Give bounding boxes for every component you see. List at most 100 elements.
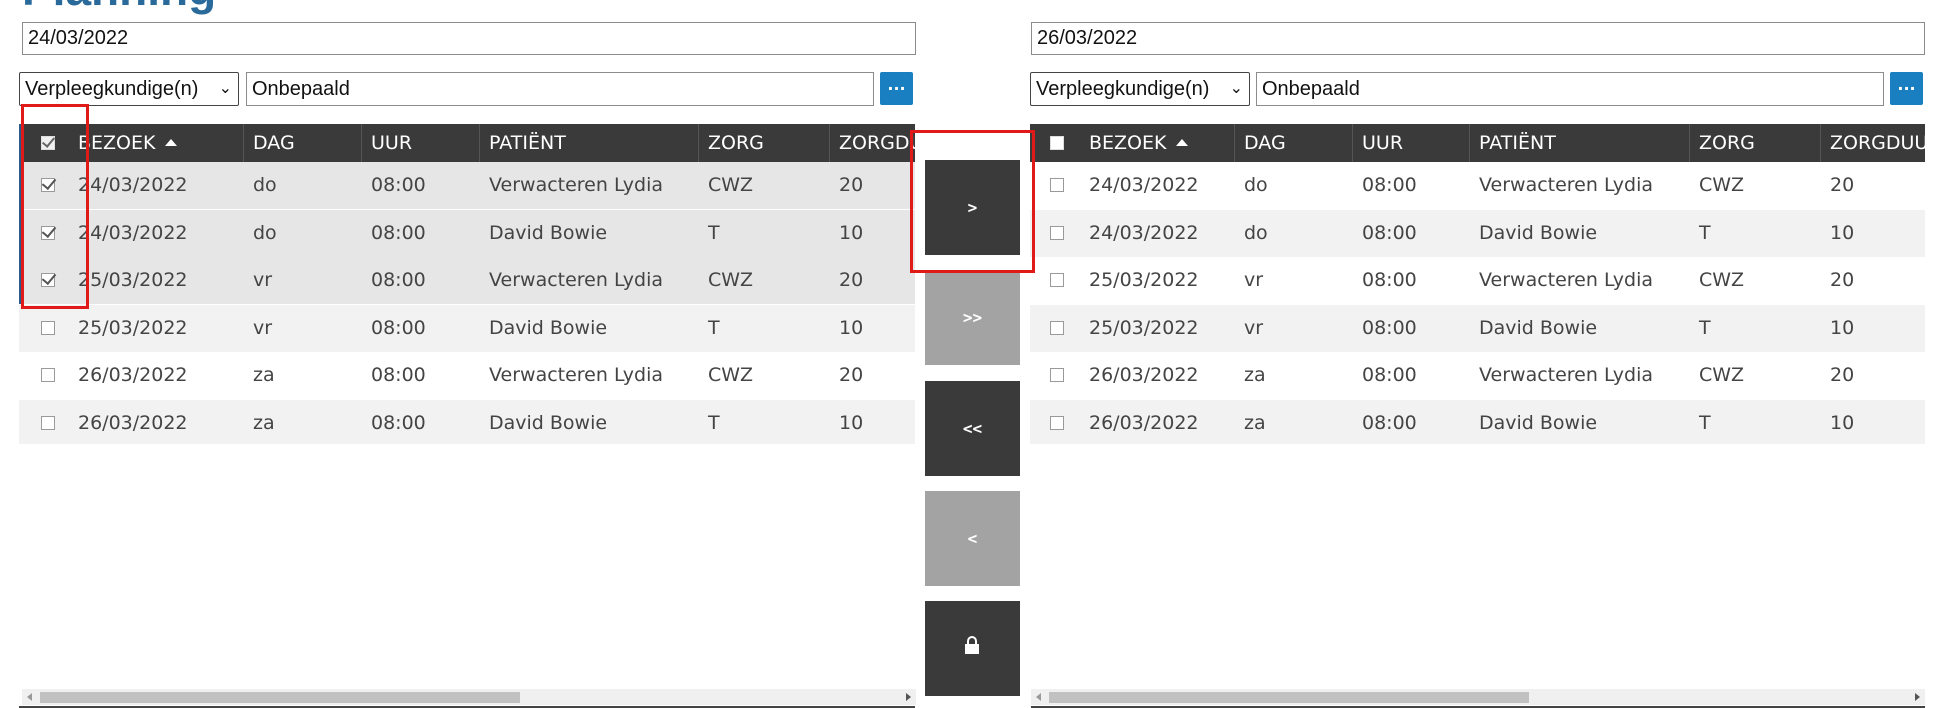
right-scrollbar-thumb[interactable]: [1049, 692, 1529, 703]
cell-bezoek: 26/03/2022: [78, 411, 188, 434]
row-checkbox[interactable]: [1050, 273, 1064, 287]
cell-uur: 08:00: [371, 221, 426, 244]
column-header-uur[interactable]: UUR: [362, 124, 480, 162]
left-more-button[interactable]: ...: [880, 72, 913, 105]
cell-dag: do: [253, 221, 277, 244]
lock-button[interactable]: [925, 601, 1020, 696]
cell-patient: David Bowie: [489, 411, 608, 434]
table-row[interactable]: 24/03/2022 do 08:00 Verwacteren Lydia CWZ 20: [1030, 162, 1925, 209]
row-checkbox[interactable]: [41, 320, 55, 335]
cell-zorgduur: 10: [839, 316, 864, 339]
cell-patient: Verwacteren Lydia: [1479, 269, 1654, 291]
chevron-down-icon: ⌄: [1229, 80, 1243, 97]
left-grid: BEZOEK DAG UUR PATIËNT ZORG ZORGDUUR 24/…: [19, 124, 915, 444]
cell-zorgduur: 20: [1830, 364, 1855, 386]
right-grid-header: BEZOEK DAG UUR PATIËNT ZORG ZORGDUUR: [1030, 124, 1925, 162]
cell-uur: 08:00: [371, 316, 426, 339]
cell-patient: Verwacteren Lydia: [489, 364, 664, 386]
row-checkbox[interactable]: [1050, 225, 1064, 240]
move-all-left-button[interactable]: <<: [925, 381, 1020, 476]
cell-zorgduur: 20: [1830, 269, 1855, 291]
column-header-patient[interactable]: PATIËNT: [1470, 124, 1690, 162]
left-scrollbar-thumb[interactable]: [40, 692, 520, 703]
cell-uur: 08:00: [371, 174, 426, 196]
cell-uur: 08:00: [1362, 221, 1417, 244]
cell-bezoek: 25/03/2022: [78, 316, 188, 339]
cell-zorgduur: 10: [1830, 221, 1855, 244]
column-header-zorg[interactable]: ZORG: [699, 124, 830, 162]
scroll-left-icon[interactable]: [27, 693, 32, 701]
scroll-right-icon[interactable]: [906, 693, 911, 701]
row-checkbox[interactable]: [41, 368, 55, 382]
table-row[interactable]: 25/03/2022 vr 08:00 Verwacteren Lydia CWZ 20: [1030, 257, 1925, 304]
cell-uur: 08:00: [1362, 269, 1417, 291]
cell-zorgduur: 20: [839, 364, 864, 386]
cell-zorg: CWZ: [1699, 364, 1745, 386]
right-role-select[interactable]: Verpleegkundige(n) ⌄: [1030, 72, 1250, 106]
left-date-input[interactable]: 24/03/2022: [22, 22, 916, 55]
cell-zorgduur: 20: [1830, 174, 1855, 196]
column-header-zorg[interactable]: ZORG: [1690, 124, 1821, 162]
cell-dag: za: [253, 364, 275, 386]
table-row[interactable]: 26/03/2022 za 08:00 David Bowie T 10: [19, 399, 915, 444]
cell-zorg: T: [708, 411, 720, 434]
table-row[interactable]: 25/03/2022 vr 08:00 David Bowie T 10: [1030, 304, 1925, 352]
cell-zorg: CWZ: [708, 364, 754, 386]
sort-asc-icon: [1176, 139, 1189, 146]
row-checkbox[interactable]: [1050, 178, 1064, 192]
table-row[interactable]: 25/03/2022 vr 08:00 Verwacteren Lydia CWZ 20: [19, 257, 915, 304]
move-selected-left-button[interactable]: <: [925, 491, 1020, 586]
left-role-select-value: Verpleegkundige(n): [25, 78, 199, 100]
row-checkbox[interactable]: [1050, 415, 1064, 430]
right-name-input[interactable]: Onbepaald: [1256, 72, 1884, 106]
cell-bezoek: 24/03/2022: [1089, 174, 1199, 196]
move-all-right-button[interactable]: >>: [925, 270, 1020, 365]
cell-zorgduur: 10: [1830, 411, 1855, 434]
column-header-bezoek[interactable]: BEZOEK: [69, 124, 244, 162]
row-checkbox[interactable]: [41, 415, 55, 430]
table-row[interactable]: 24/03/2022 do 08:00 Verwacteren Lydia CWZ 20: [19, 162, 915, 209]
table-row[interactable]: 24/03/2022 do 08:00 David Bowie T 10: [1030, 209, 1925, 257]
cell-zorgduur: 10: [839, 411, 864, 434]
row-checkbox[interactable]: [1050, 320, 1064, 335]
cell-patient: David Bowie: [489, 316, 608, 339]
column-header-dag[interactable]: DAG: [244, 124, 362, 162]
table-row[interactable]: 24/03/2022 do 08:00 David Bowie T 10: [19, 209, 915, 257]
cell-zorgduur: 10: [1830, 316, 1855, 339]
right-select-all-checkbox[interactable]: [1050, 136, 1064, 150]
column-header-zorgduur[interactable]: ZORGDUUR: [1821, 124, 1925, 162]
left-role-select[interactable]: Verpleegkundige(n) ⌄: [19, 72, 239, 106]
table-row[interactable]: 26/03/2022 za 08:00 David Bowie T 10: [1030, 399, 1925, 444]
cell-uur: 08:00: [1362, 316, 1417, 339]
row-checkbox[interactable]: [1050, 368, 1064, 382]
cell-uur: 08:00: [371, 269, 426, 291]
column-header-bezoek[interactable]: BEZOEK: [1080, 124, 1235, 162]
column-header-dag[interactable]: DAG: [1235, 124, 1353, 162]
cell-uur: 08:00: [1362, 411, 1417, 434]
table-row[interactable]: 25/03/2022 vr 08:00 David Bowie T 10: [19, 304, 915, 352]
cell-dag: vr: [253, 316, 273, 339]
right-horizontal-scrollbar[interactable]: [1031, 689, 1925, 705]
cell-bezoek: 25/03/2022: [1089, 316, 1199, 339]
cell-bezoek: 26/03/2022: [1089, 364, 1199, 386]
sort-asc-icon: [165, 139, 178, 146]
scroll-left-icon[interactable]: [1036, 693, 1041, 701]
cell-zorg: T: [708, 221, 720, 244]
cell-dag: za: [253, 411, 275, 434]
left-name-input[interactable]: Onbepaald: [246, 72, 874, 106]
column-header-zorgduur[interactable]: ZORGDUUR: [830, 124, 915, 162]
cell-zorg: CWZ: [708, 174, 754, 196]
cell-uur: 08:00: [371, 411, 426, 434]
cell-uur: 08:00: [1362, 174, 1417, 196]
cell-zorgduur: 20: [839, 174, 864, 196]
column-header-patient[interactable]: PATIËNT: [480, 124, 699, 162]
cell-zorg: CWZ: [1699, 269, 1745, 291]
table-row[interactable]: 26/03/2022 za 08:00 Verwacteren Lydia CWZ 20: [1030, 352, 1925, 399]
right-date-input[interactable]: 26/03/2022: [1031, 22, 1925, 55]
left-horizontal-scrollbar[interactable]: [22, 689, 916, 705]
table-row[interactable]: 26/03/2022 za 08:00 Verwacteren Lydia CWZ 20: [19, 352, 915, 399]
scroll-right-icon[interactable]: [1915, 693, 1920, 701]
cell-bezoek: 25/03/2022: [1089, 269, 1199, 291]
column-header-uur[interactable]: UUR: [1353, 124, 1470, 162]
right-more-button[interactable]: ...: [1890, 72, 1923, 105]
